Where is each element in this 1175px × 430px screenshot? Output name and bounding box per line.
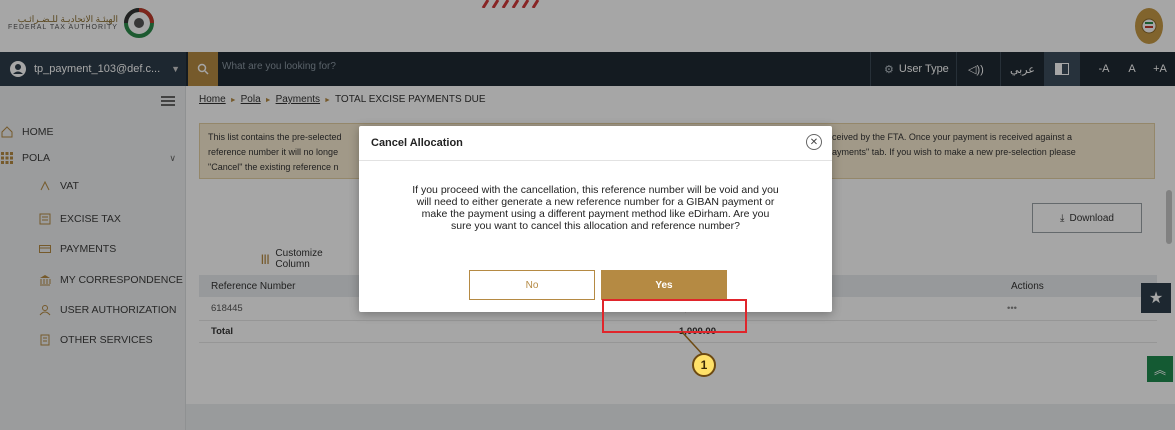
dialog-title: Cancel Allocation [371,137,463,149]
dialog-message-line: make the payment using a different payme… [421,208,770,220]
annotation-badge: 1 [692,353,716,377]
dialog-message-line: sure you want to cancel this allocation … [451,220,740,232]
no-button[interactable]: No [469,270,595,300]
cancel-allocation-dialog: Cancel Allocation ✕ If you proceed with … [359,126,832,312]
highlight-box [602,299,747,333]
dialog-message-line: will need to either generate a new refer… [416,196,775,208]
divider [359,160,832,161]
dialog-message: If you proceed with the cancellation, th… [373,184,818,232]
yes-button[interactable]: Yes [601,270,727,300]
dialog-message-line: If you proceed with the cancellation, th… [412,184,779,196]
close-icon[interactable]: ✕ [806,134,822,150]
